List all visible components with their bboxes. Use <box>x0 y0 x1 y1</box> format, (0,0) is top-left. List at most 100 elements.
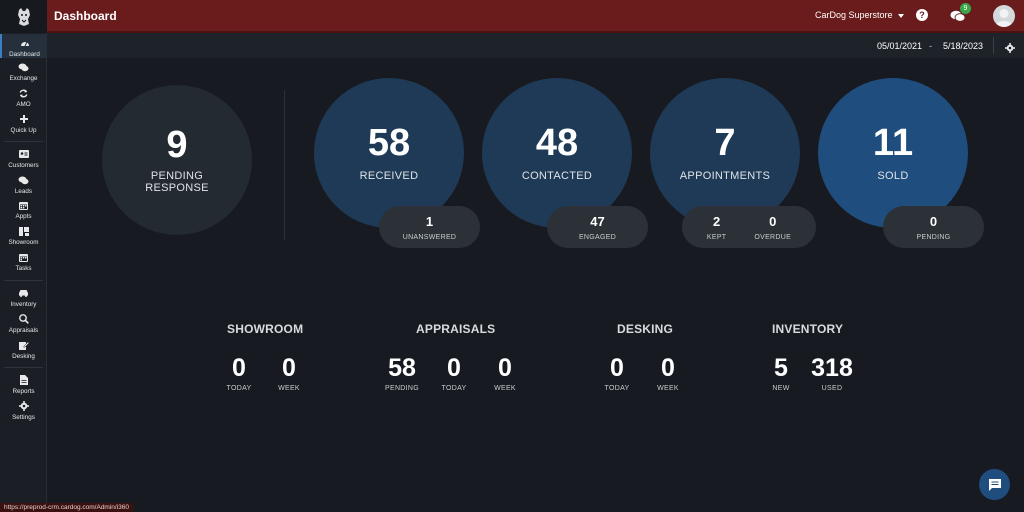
calendar-icon <box>19 199 28 211</box>
date-separator: - <box>929 41 932 51</box>
appraisals-pending[interactable]: 58 PENDING <box>384 354 420 393</box>
sold-pending-value: 0 <box>929 213 938 229</box>
sidebar-item-reports[interactable]: Reports <box>0 374 47 395</box>
sidebar-item-appraisals[interactable]: Appraisals <box>0 313 47 334</box>
status-bar-url: https://preprod-crm.cardog.com/Admin/i36… <box>0 503 133 512</box>
stat-value: 0 <box>232 354 246 382</box>
sidebar-item-label: Inventory <box>10 301 37 308</box>
comments-icon <box>18 174 29 186</box>
sidebar-item-label: Appraisals <box>8 327 39 334</box>
engaged-label: ENGAGED <box>578 233 617 241</box>
desking-week[interactable]: 0 WEEK <box>654 354 682 393</box>
chat-fab-button[interactable] <box>979 469 1010 500</box>
sidebar-item-label: Tasks <box>15 265 32 272</box>
sidebar-item-appts[interactable]: Appts <box>0 199 47 220</box>
sidebar-item-desking[interactable]: Desking <box>0 339 47 360</box>
chat-count-badge: 9 <box>960 3 971 14</box>
stat-value: 58 <box>388 354 416 382</box>
contacted-label: CONTACTED <box>521 170 593 182</box>
sidebar-item-quick-up[interactable]: Quick Up <box>0 113 47 134</box>
pending-response-circle[interactable]: 9 PENDING RESPONSE <box>102 85 252 235</box>
showroom-title: SHOWROOM <box>227 322 304 336</box>
sidebar-item-label: Settings <box>12 414 35 421</box>
sidebar-item-customers[interactable]: Customers <box>0 148 47 169</box>
sidebar-item-label: Dashboard <box>9 51 40 58</box>
date-to[interactable]: 5/18/2023 <box>943 41 983 51</box>
unanswered-label: UNANSWERED <box>402 233 457 241</box>
stat-label: NEW <box>772 385 790 392</box>
id-card-icon <box>18 148 29 160</box>
page-title: Dashboard <box>54 9 117 23</box>
stat-value: 0 <box>447 354 461 382</box>
pending-response-label: PENDING <box>150 170 204 182</box>
stat-value: 0 <box>498 354 512 382</box>
caret-down-icon <box>897 10 904 20</box>
inventory-used[interactable]: 318 USED <box>809 354 855 393</box>
kept-overdue-pill[interactable]: 2 KEPT 0 OVERDUE <box>682 206 816 248</box>
top-header: Dashboard CarDog Superstore ? 9 <box>47 0 1024 33</box>
kept-value: 2 <box>713 213 721 229</box>
received-label: RECEIVED <box>359 170 419 182</box>
showroom-week[interactable]: 0 WEEK <box>275 356 303 393</box>
stat-value: 318 <box>811 354 853 382</box>
help-button[interactable]: ? <box>916 9 928 21</box>
sidebar-divider <box>4 367 43 368</box>
sidebar-item-label: Reports <box>12 388 35 395</box>
store-selector[interactable]: CarDog Superstore <box>815 10 904 20</box>
gear-icon[interactable] <box>1005 40 1015 58</box>
stat-value: 0 <box>610 354 624 382</box>
gear-icon <box>18 400 29 412</box>
sidebar-item-showroom[interactable]: Showroom <box>0 225 47 246</box>
appraisals-today[interactable]: 0 TODAY <box>440 354 468 393</box>
edit-icon <box>18 339 29 351</box>
chat-bubbles-icon <box>18 61 29 73</box>
sidebar-divider <box>4 280 43 281</box>
sidebar-item-label: Customers <box>8 162 39 169</box>
sidebar-divider <box>4 141 43 142</box>
sidebar-item-tasks[interactable]: Tasks <box>0 251 47 272</box>
unanswered-pill[interactable]: 1 UNANSWERED <box>379 206 480 248</box>
stat-label: WEEK <box>494 385 516 392</box>
sold-label: SOLD <box>877 170 909 182</box>
kept-label: KEPT <box>706 233 727 241</box>
engaged-pill[interactable]: 47 ENGAGED <box>547 206 648 248</box>
appraisals-week[interactable]: 0 WEEK <box>491 354 519 393</box>
pending-response-label: RESPONSE <box>145 182 209 194</box>
engaged-value: 47 <box>590 213 605 229</box>
search-dollar-icon <box>18 313 29 325</box>
pending-response-value: 9 <box>166 124 188 166</box>
sold-value: 11 <box>872 122 914 164</box>
sidebar-item-settings[interactable]: Settings <box>0 400 47 421</box>
desking-today[interactable]: 0 TODAY <box>603 354 631 393</box>
sidebar-item-leads[interactable]: Leads <box>0 174 47 195</box>
date-from[interactable]: 05/01/2021 <box>877 41 922 51</box>
car-icon <box>18 287 29 299</box>
sidebar-item-dashboard[interactable]: Dashboard <box>0 34 47 58</box>
cardog-logo[interactable] <box>0 0 47 33</box>
sidebar-item-amo[interactable]: AMO <box>0 87 47 108</box>
inventory-new[interactable]: 5 NEW <box>767 354 795 393</box>
sidebar-item-exchange[interactable]: Exchange <box>0 61 47 82</box>
stat-value: 0 <box>661 354 675 382</box>
user-avatar[interactable] <box>993 5 1015 27</box>
sidebar-item-label: Exchange <box>9 75 38 82</box>
unanswered-value: 1 <box>425 213 434 229</box>
stat-label: TODAY <box>441 385 467 392</box>
sidebar-item-inventory[interactable]: Inventory <box>0 287 47 308</box>
overdue-value: 0 <box>769 213 777 229</box>
showroom-today[interactable]: 0 TODAY <box>225 354 253 393</box>
appointments-value: 7 <box>714 122 736 164</box>
sold-pending-label: PENDING <box>916 233 951 241</box>
stat-label: WEEK <box>278 385 300 392</box>
sidebar-item-label: Leads <box>14 188 33 195</box>
user-icon <box>995 9 1013 27</box>
sidebar-item-label: Appts <box>15 213 32 220</box>
received-value: 58 <box>367 122 411 164</box>
stat-label: WEEK <box>657 385 679 392</box>
stat-value: 5 <box>774 354 788 382</box>
calendar-check-icon <box>19 251 28 263</box>
sold-pending-pill[interactable]: 0 PENDING <box>883 206 984 248</box>
stat-label: TODAY <box>604 385 630 392</box>
showroom-icon <box>18 225 29 237</box>
divider <box>993 37 994 54</box>
